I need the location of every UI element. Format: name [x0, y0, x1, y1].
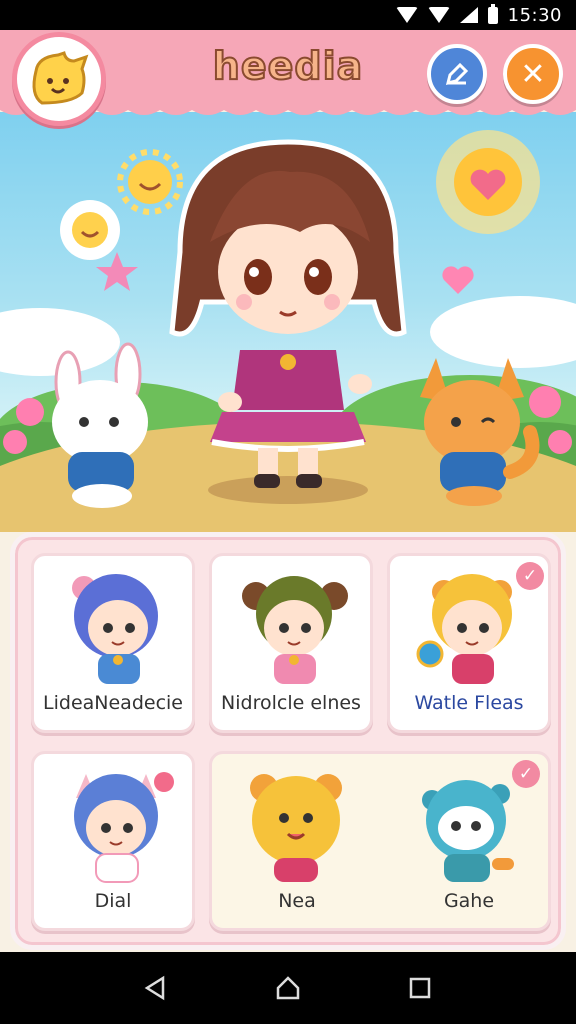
battery-icon [487, 3, 498, 24]
character-name: Gahe [443, 890, 495, 912]
status-time: 15:30 [507, 4, 562, 26]
character-card[interactable]: Nidrolcle elnes [209, 553, 373, 733]
recents-button[interactable] [400, 968, 440, 1008]
cat-ear-girl-avatar [74, 772, 174, 883]
selected-check-icon: ✓ [512, 760, 540, 788]
app-title: heedia [212, 43, 364, 89]
heart-balloon-icon [442, 266, 474, 294]
blue-hair-girl-avatar [72, 574, 158, 684]
selected-check-icon: ✓ [516, 562, 544, 590]
wifi-icon-2 [427, 7, 450, 23]
recents-icon [409, 977, 431, 999]
close-button[interactable]: ✕ [503, 44, 563, 104]
edit-button[interactable] [427, 44, 487, 104]
heart-sun-icon [436, 130, 540, 234]
app-screen: 15:30 heedia ✕ LideaNeadecie Nidrolcle e… [0, 0, 576, 1024]
home-icon [276, 976, 300, 1000]
character-name: Dial [94, 890, 132, 912]
wifi-icon [395, 7, 418, 23]
character-card-selected[interactable]: ✓ Watle Fleas [387, 553, 551, 733]
character-scene [0, 112, 576, 532]
sun-icon [117, 149, 183, 215]
character-name: LideaNeadecie [43, 692, 183, 714]
signal-icon [459, 7, 478, 23]
scene-art [0, 130, 576, 532]
pencil-icon [445, 62, 469, 86]
system-nav-bar [0, 952, 576, 1024]
home-button[interactable] [268, 968, 308, 1008]
character-name: Watle Fleas [414, 692, 524, 714]
character-select-panel: LideaNeadecie Nidrolcle elnes ✓ Watle Fl… [10, 532, 566, 950]
close-icon: ✕ [520, 56, 546, 92]
back-button[interactable] [136, 968, 176, 1008]
flower-sun-icon [60, 200, 120, 260]
bear-ear-boy-avatar [242, 576, 348, 684]
character-name: Nidrolcle elnes [221, 692, 361, 714]
character-card-wide[interactable]: ✓ Nea Gahe [209, 751, 551, 931]
character-card[interactable]: LideaNeadecie [31, 553, 195, 733]
yellow-bear-avatar [250, 774, 342, 882]
character-card[interactable]: Dial [31, 751, 195, 931]
star-icon [96, 252, 138, 291]
character-name: Nea [278, 890, 316, 912]
status-bar: 15:30 [0, 0, 576, 30]
back-icon [144, 975, 165, 1001]
